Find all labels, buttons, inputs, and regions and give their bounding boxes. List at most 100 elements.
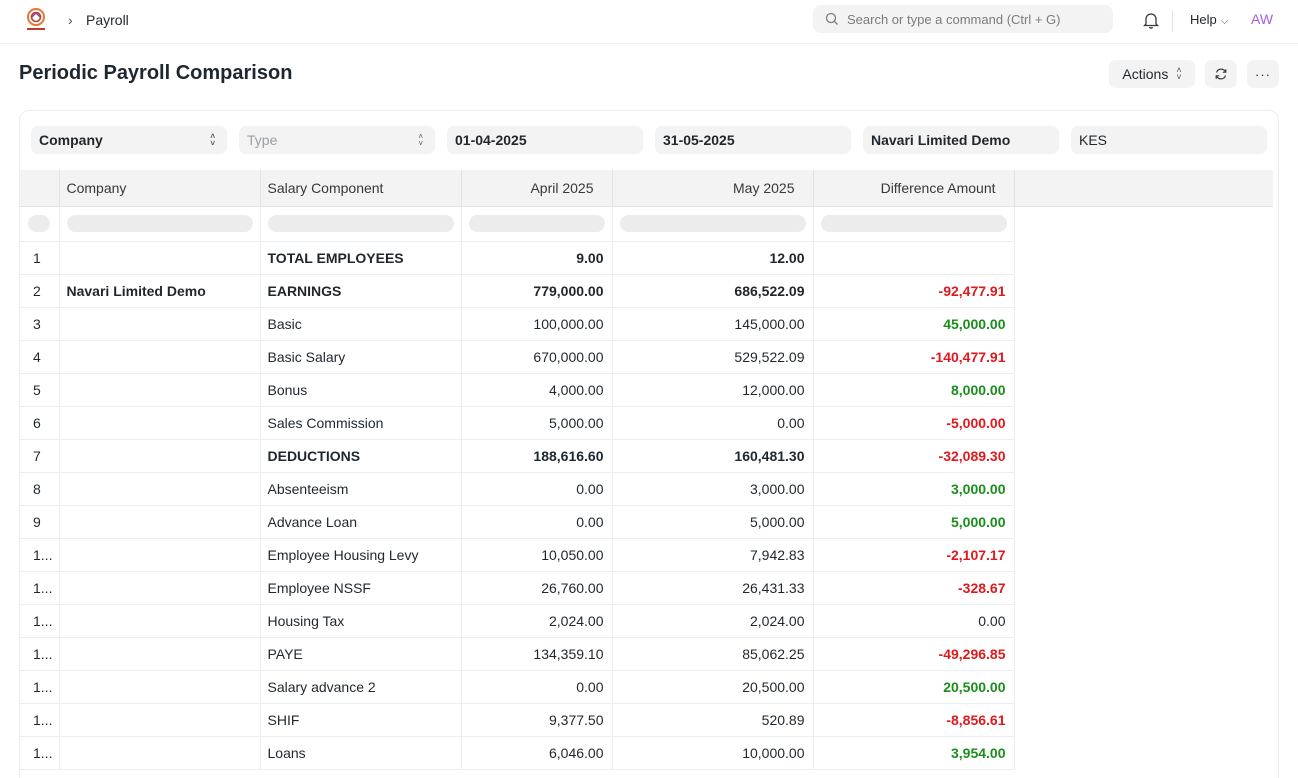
row-number[interactable]: 1 [20, 241, 60, 275]
april-amount-cell[interactable]: 0.00 [461, 472, 613, 506]
company-cell[interactable] [59, 670, 261, 704]
filter-input[interactable] [66, 215, 253, 232]
april-amount-cell[interactable]: 9,377.50 [461, 703, 613, 737]
more-options-button[interactable]: ··· [1247, 60, 1279, 88]
may-amount-cell[interactable]: 12,000.00 [612, 373, 814, 407]
company-cell[interactable] [59, 406, 261, 440]
salary-component-cell[interactable]: Advance Loan [260, 505, 462, 539]
table-row[interactable]: 5 Bonus 4,000.00 12,000.00 8,000.00 [20, 373, 1273, 407]
may-amount-cell[interactable]: 5,000.00 [612, 505, 814, 539]
refresh-button[interactable] [1205, 60, 1237, 88]
april-amount-cell[interactable]: 26,760.00 [461, 571, 613, 605]
table-row[interactable]: 1... Loans 6,046.00 10,000.00 3,954.00 [20, 736, 1273, 770]
difference-amount-cell[interactable]: -328.67 [813, 571, 1015, 605]
table-row[interactable]: 8 Absenteeism 0.00 3,000.00 3,000.00 [20, 472, 1273, 506]
may-amount-cell[interactable]: 520.89 [612, 703, 814, 737]
table-row[interactable]: 1... Salary advance 2 0.00 20,500.00 20,500.… [20, 670, 1273, 704]
company-cell[interactable] [59, 637, 261, 671]
table-row[interactable]: 3 Basic 100,000.00 145,000.00 45,000.00 [20, 307, 1273, 341]
type-select[interactable]: Type ˄ ˅ [239, 126, 435, 154]
company-cell[interactable] [59, 703, 261, 737]
table-row[interactable]: 1... Employee NSSF 26,760.00 26,431.33 -328.… [20, 571, 1273, 605]
may-amount-cell[interactable]: 0.00 [612, 406, 814, 440]
may-amount-cell[interactable]: 12.00 [612, 241, 814, 275]
salary-component-cell[interactable]: SHIF [260, 703, 462, 737]
difference-amount-cell[interactable]: 5,000.00 [813, 505, 1015, 539]
company-cell[interactable] [59, 505, 261, 539]
search-bar[interactable] [813, 5, 1113, 33]
may-amount-cell[interactable]: 85,062.25 [612, 637, 814, 671]
april-amount-cell[interactable]: 6,046.00 [461, 736, 613, 770]
row-number[interactable]: 1... [20, 736, 60, 770]
may-amount-cell[interactable]: 20,500.00 [612, 670, 814, 704]
table-row[interactable]: 1... SHIF 9,377.50 520.89 -8,856.61 [20, 703, 1273, 737]
company-cell[interactable] [59, 340, 261, 374]
company-cell[interactable] [59, 571, 261, 605]
row-number[interactable]: 1... [20, 637, 60, 671]
salary-component-cell[interactable]: Bonus [260, 373, 462, 407]
difference-amount-cell[interactable]: 0.00 [813, 604, 1015, 638]
difference-amount-cell[interactable]: -140,477.91 [813, 340, 1015, 374]
company-cell[interactable] [59, 307, 261, 341]
april-amount-cell[interactable]: 670,000.00 [461, 340, 613, 374]
column-header[interactable]: May 2025 [612, 170, 814, 207]
notification-bell-icon[interactable] [1142, 10, 1160, 30]
row-number[interactable]: 1... [20, 703, 60, 737]
may-amount-cell[interactable]: 7,942.83 [612, 538, 814, 572]
actions-button[interactable]: Actions ˄ ˅ [1109, 60, 1195, 88]
salary-component-cell[interactable]: TOTAL EMPLOYEES [260, 241, 462, 275]
table-row[interactable]: 6 Sales Commission 5,000.00 0.00 -5,000.00 [20, 406, 1273, 440]
april-amount-cell[interactable]: 2,024.00 [461, 604, 613, 638]
search-input[interactable] [847, 5, 1105, 33]
difference-amount-cell[interactable]: 20,500.00 [813, 670, 1015, 704]
salary-component-cell[interactable]: PAYE [260, 637, 462, 671]
april-amount-cell[interactable]: 100,000.00 [461, 307, 613, 341]
row-number[interactable]: 3 [20, 307, 60, 341]
table-row[interactable]: 7 DEDUCTIONS 188,616.60 160,481.30 -32,089.3… [20, 439, 1273, 473]
salary-component-cell[interactable]: Loans [260, 736, 462, 770]
may-amount-cell[interactable]: 26,431.33 [612, 571, 814, 605]
salary-component-cell[interactable]: Sales Commission [260, 406, 462, 440]
column-header[interactable]: Difference Amount [813, 170, 1015, 207]
table-row[interactable]: 1... PAYE 134,359.10 85,062.25 -49,296.85 [20, 637, 1273, 671]
currency-field[interactable]: KES [1071, 126, 1267, 154]
company-cell[interactable] [59, 736, 261, 770]
column-header[interactable]: Company [59, 170, 261, 207]
may-amount-cell[interactable]: 10,000.00 [612, 736, 814, 770]
difference-amount-cell[interactable]: 3,954.00 [813, 736, 1015, 770]
row-number[interactable]: 1... [20, 571, 60, 605]
table-row[interactable]: 1... Housing Tax 2,024.00 2,024.00 0.00 [20, 604, 1273, 638]
salary-component-cell[interactable]: Basic Salary [260, 340, 462, 374]
table-row[interactable]: 4 Basic Salary 670,000.00 529,522.09 -140,47… [20, 340, 1273, 374]
april-amount-cell[interactable]: 134,359.10 [461, 637, 613, 671]
filter-input[interactable] [267, 215, 454, 232]
filter-input[interactable] [820, 215, 1007, 232]
april-amount-cell[interactable]: 4,000.00 [461, 373, 613, 407]
difference-amount-cell[interactable] [813, 241, 1015, 275]
row-number[interactable]: 2 [20, 274, 60, 308]
avatar[interactable]: AW [1251, 11, 1273, 27]
help-dropdown[interactable]: Help ⌵ [1190, 12, 1228, 27]
from-date-field[interactable]: 01-04-2025 [447, 126, 643, 154]
difference-amount-cell[interactable]: 8,000.00 [813, 373, 1015, 407]
april-amount-cell[interactable]: 5,000.00 [461, 406, 613, 440]
company-cell[interactable]: Navari Limited Demo [59, 274, 261, 308]
april-amount-cell[interactable]: 0.00 [461, 670, 613, 704]
app-logo[interactable] [25, 7, 49, 33]
difference-amount-cell[interactable]: 3,000.00 [813, 472, 1015, 506]
row-number[interactable]: 5 [20, 373, 60, 407]
filter-input[interactable] [28, 215, 50, 232]
difference-amount-cell[interactable]: -49,296.85 [813, 637, 1015, 671]
april-amount-cell[interactable]: 10,050.00 [461, 538, 613, 572]
may-amount-cell[interactable]: 2,024.00 [612, 604, 814, 638]
salary-component-cell[interactable]: Absenteeism [260, 472, 462, 506]
salary-component-cell[interactable]: Housing Tax [260, 604, 462, 638]
row-number[interactable]: 1... [20, 538, 60, 572]
salary-component-cell[interactable]: Employee Housing Levy [260, 538, 462, 572]
company-cell[interactable] [59, 472, 261, 506]
may-amount-cell[interactable]: 686,522.09 [612, 274, 814, 308]
may-amount-cell[interactable]: 145,000.00 [612, 307, 814, 341]
row-number[interactable]: 6 [20, 406, 60, 440]
column-header[interactable]: April 2025 [461, 170, 613, 207]
company-cell[interactable] [59, 373, 261, 407]
